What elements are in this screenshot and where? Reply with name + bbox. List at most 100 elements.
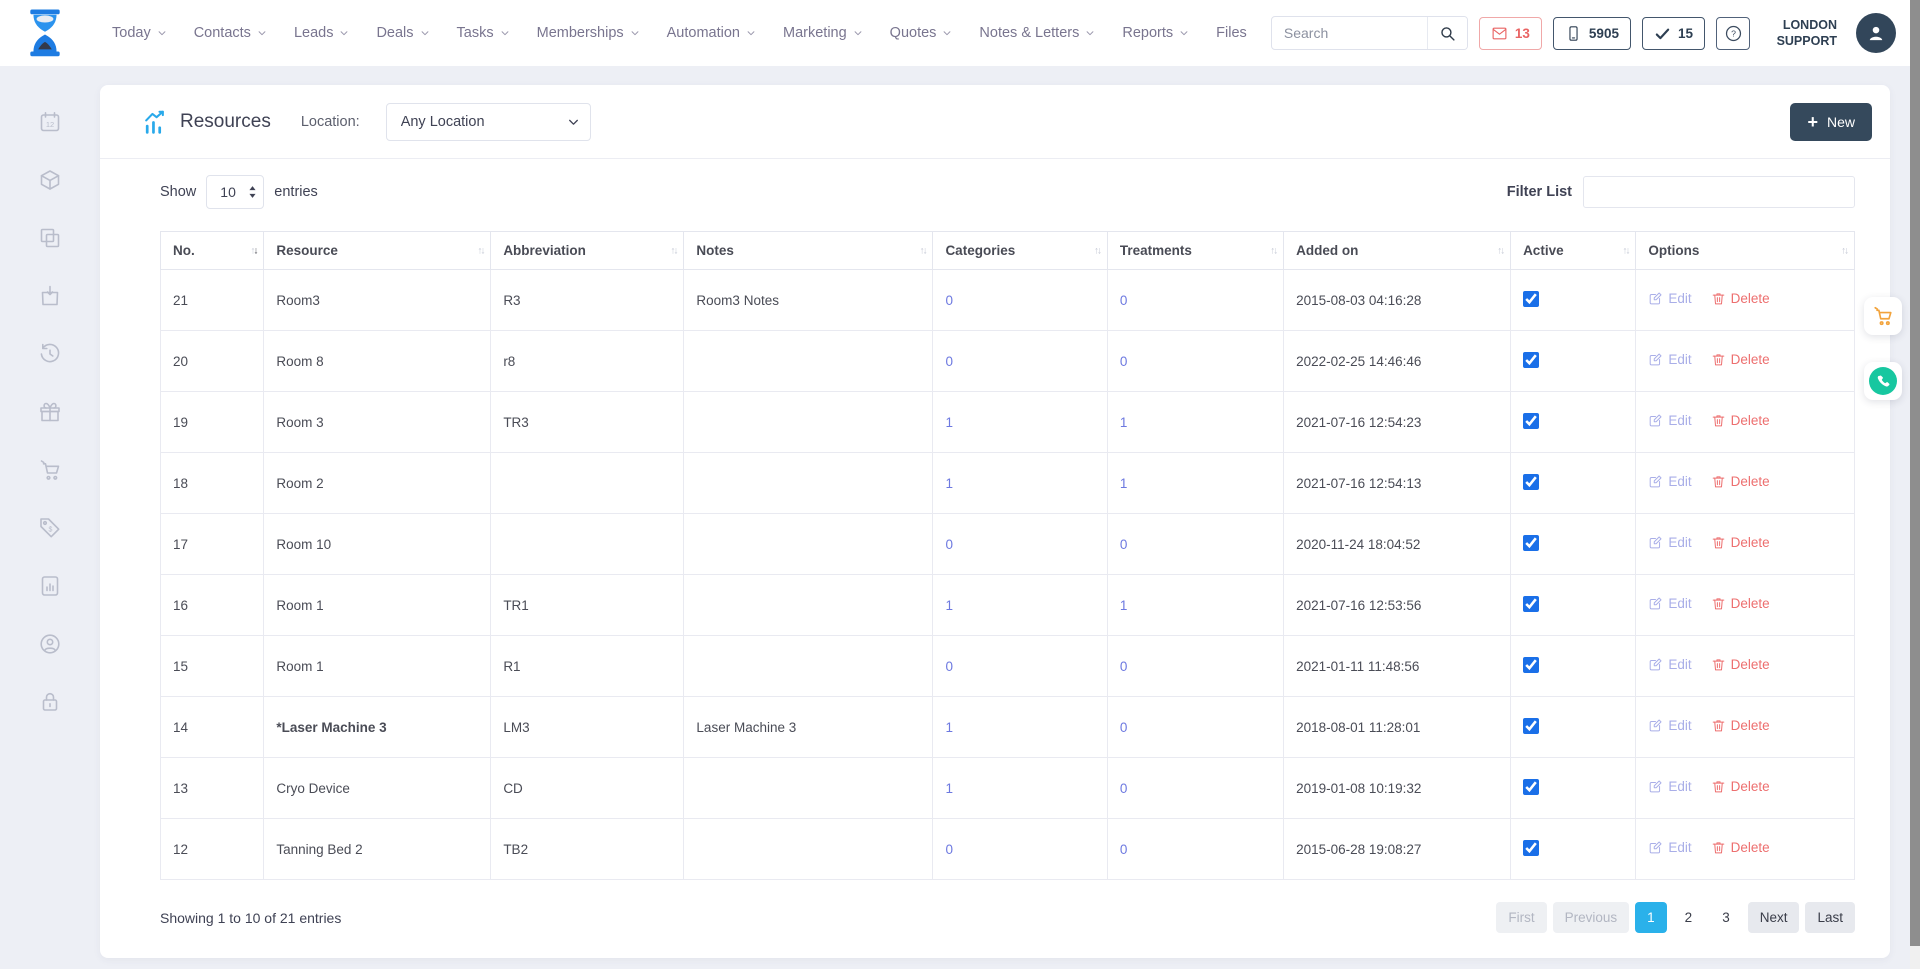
help-icon[interactable]: ?: [1716, 17, 1750, 50]
active-checkbox[interactable]: [1523, 657, 1539, 673]
col-header-categories[interactable]: Categories↑↓: [933, 232, 1107, 270]
delete-button[interactable]: Delete: [1711, 291, 1770, 306]
col-header-options[interactable]: Options↑↓: [1636, 232, 1855, 270]
categories-link[interactable]: 1: [945, 476, 953, 491]
treatments-link[interactable]: 0: [1120, 842, 1128, 857]
active-checkbox[interactable]: [1523, 596, 1539, 612]
sidebar-item-calendar[interactable]: 12: [38, 110, 62, 134]
categories-link[interactable]: 0: [945, 842, 953, 857]
phone-badge[interactable]: 5905: [1553, 17, 1631, 50]
treatments-link[interactable]: 0: [1120, 537, 1128, 552]
sidebar-item-chart-file[interactable]: [38, 574, 62, 598]
treatments-link[interactable]: 1: [1120, 476, 1128, 491]
edit-button[interactable]: Edit: [1648, 474, 1691, 489]
edit-button[interactable]: Edit: [1648, 535, 1691, 550]
edit-button[interactable]: Edit: [1648, 657, 1691, 672]
sidebar-item-gift[interactable]: [38, 400, 62, 424]
nav-marketing[interactable]: Marketing: [783, 25, 863, 41]
categories-link[interactable]: 0: [945, 293, 953, 308]
col-header-added-on[interactable]: Added on↑↓: [1284, 232, 1511, 270]
scrollbar-thumb[interactable]: [1910, 0, 1920, 946]
treatments-link[interactable]: 0: [1120, 659, 1128, 674]
entries-select[interactable]: 10: [206, 175, 264, 209]
categories-link[interactable]: 1: [945, 598, 953, 613]
col-header-treatments[interactable]: Treatments↑↓: [1107, 232, 1283, 270]
nav-quotes[interactable]: Quotes: [890, 25, 953, 41]
edit-button[interactable]: Edit: [1648, 291, 1691, 306]
edit-button[interactable]: Edit: [1648, 779, 1691, 794]
delete-button[interactable]: Delete: [1711, 840, 1770, 855]
nav-today[interactable]: Today: [112, 25, 167, 41]
treatments-link[interactable]: 0: [1120, 781, 1128, 796]
categories-link[interactable]: 0: [945, 537, 953, 552]
nav-tasks[interactable]: Tasks: [457, 25, 510, 41]
active-checkbox[interactable]: [1523, 474, 1539, 490]
nav-notes-letters[interactable]: Notes & Letters: [979, 25, 1095, 41]
categories-link[interactable]: 1: [945, 781, 953, 796]
page-next[interactable]: Next: [1748, 902, 1800, 933]
nav-leads[interactable]: Leads: [294, 25, 350, 41]
nav-reports[interactable]: Reports: [1122, 25, 1189, 41]
delete-button[interactable]: Delete: [1711, 474, 1770, 489]
active-checkbox[interactable]: [1523, 779, 1539, 795]
nav-files[interactable]: Files: [1216, 25, 1247, 41]
nav-deals[interactable]: Deals: [376, 25, 429, 41]
floating-cart-button[interactable]: [1864, 297, 1902, 335]
col-header-abbreviation[interactable]: Abbreviation↑↓: [491, 232, 684, 270]
delete-button[interactable]: Delete: [1711, 596, 1770, 611]
nav-automation[interactable]: Automation: [667, 25, 756, 41]
categories-link[interactable]: 1: [945, 415, 953, 430]
sidebar-item-user-circle[interactable]: [38, 632, 62, 656]
avatar[interactable]: [1856, 13, 1896, 53]
page-1[interactable]: 1: [1635, 902, 1667, 933]
delete-button[interactable]: Delete: [1711, 657, 1770, 672]
col-header-resource[interactable]: Resource↑↓: [264, 232, 491, 270]
treatments-link[interactable]: 1: [1120, 415, 1128, 430]
delete-button[interactable]: Delete: [1711, 779, 1770, 794]
floating-phone-button[interactable]: [1864, 362, 1902, 400]
sidebar-item-shopping-bag[interactable]: [38, 284, 62, 308]
categories-link[interactable]: 0: [945, 659, 953, 674]
edit-button[interactable]: Edit: [1648, 352, 1691, 367]
categories-link[interactable]: 0: [945, 354, 953, 369]
edit-button[interactable]: Edit: [1648, 413, 1691, 428]
page-first[interactable]: First: [1496, 902, 1546, 933]
new-button[interactable]: + New: [1790, 103, 1872, 141]
nav-memberships[interactable]: Memberships: [537, 25, 640, 41]
mail-badge[interactable]: 13: [1479, 17, 1542, 50]
page-previous[interactable]: Previous: [1553, 902, 1630, 933]
sidebar-item-copy[interactable]: [38, 226, 62, 250]
treatments-link[interactable]: 0: [1120, 293, 1128, 308]
scrollbar-track[interactable]: [1910, 0, 1920, 969]
active-checkbox[interactable]: [1523, 352, 1539, 368]
sidebar-item-price-tag[interactable]: $: [38, 516, 62, 540]
page-last[interactable]: Last: [1805, 902, 1855, 933]
active-checkbox[interactable]: [1523, 291, 1539, 307]
active-checkbox[interactable]: [1523, 535, 1539, 551]
active-checkbox[interactable]: [1523, 718, 1539, 734]
search-icon[interactable]: [1427, 17, 1467, 49]
sidebar-item-cube[interactable]: [38, 168, 62, 192]
col-header-active[interactable]: Active↑↓: [1511, 232, 1636, 270]
page-2[interactable]: 2: [1673, 902, 1705, 933]
categories-link[interactable]: 1: [945, 720, 953, 735]
page-3[interactable]: 3: [1710, 902, 1742, 933]
delete-button[interactable]: Delete: [1711, 352, 1770, 367]
treatments-link[interactable]: 0: [1120, 354, 1128, 369]
active-checkbox[interactable]: [1523, 413, 1539, 429]
edit-button[interactable]: Edit: [1648, 718, 1691, 733]
sidebar-item-cart[interactable]: [38, 458, 62, 482]
delete-button[interactable]: Delete: [1711, 718, 1770, 733]
tasks-badge[interactable]: 15: [1642, 17, 1705, 50]
nav-contacts[interactable]: Contacts: [194, 25, 267, 41]
filter-input[interactable]: [1583, 176, 1855, 208]
edit-button[interactable]: Edit: [1648, 840, 1691, 855]
active-checkbox[interactable]: [1523, 840, 1539, 856]
sidebar-item-history[interactable]: [38, 342, 62, 366]
search-input[interactable]: [1272, 17, 1427, 49]
edit-button[interactable]: Edit: [1648, 596, 1691, 611]
delete-button[interactable]: Delete: [1711, 535, 1770, 550]
col-header-notes[interactable]: Notes↑↓: [684, 232, 933, 270]
app-logo-hourglass-icon[interactable]: [24, 9, 66, 57]
treatments-link[interactable]: 1: [1120, 598, 1128, 613]
